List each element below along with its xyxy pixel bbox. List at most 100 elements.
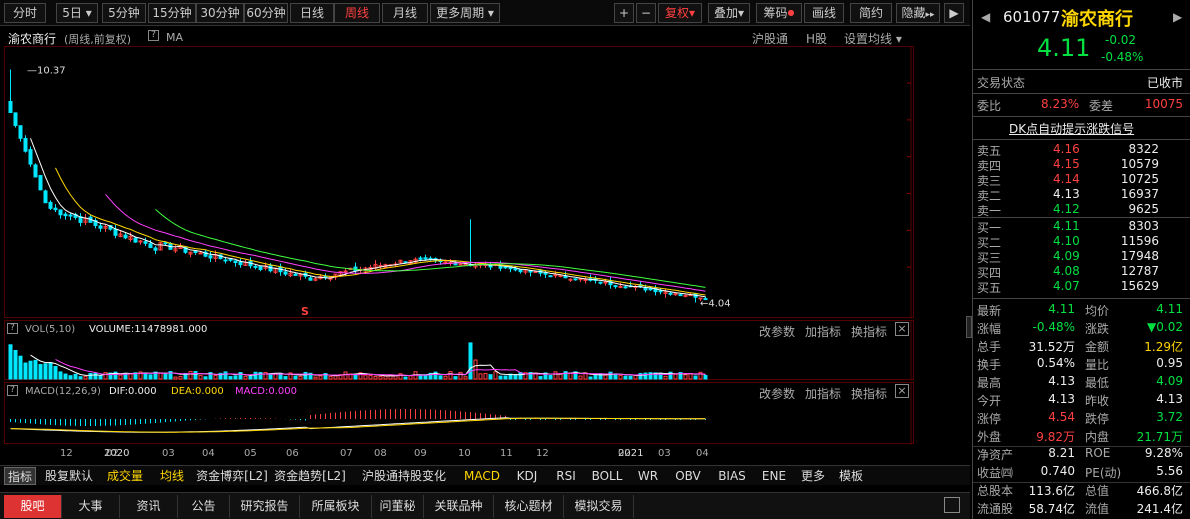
simple-mode-button[interactable]: 简约: [850, 3, 892, 23]
time-axis-label: 11: [500, 448, 513, 459]
candle-body: [38, 175, 43, 191]
dropdown-icon: ▾: [688, 6, 696, 20]
chips-button[interactable]: 筹码●: [756, 3, 802, 23]
indicator-tab[interactable]: 指标: [4, 467, 36, 485]
indicator-tab[interactable]: 股复默认: [40, 467, 98, 485]
stat-value: -0.48%: [1032, 320, 1075, 334]
buy-level-row[interactable]: 买三 4.09 17948: [977, 249, 1187, 265]
panel-resize-handle[interactable]: [966, 316, 972, 338]
volume-bar: [198, 375, 203, 380]
period-tab-5day[interactable]: 5日 ▾: [56, 3, 98, 23]
sell-level-row[interactable]: 卖四 4.15 10579: [977, 157, 1187, 173]
info-tab[interactable]: 所属板块: [300, 495, 372, 518]
info-tab[interactable]: 大事: [62, 495, 120, 518]
candle-body: [138, 240, 143, 243]
volume-bar: [98, 375, 103, 380]
indicator-tab[interactable]: MACD: [460, 467, 504, 485]
level-volume: 17948: [1120, 249, 1159, 263]
divider: [973, 116, 1190, 117]
hide-button[interactable]: 隐藏▸▸: [896, 3, 940, 23]
period-tab-30min[interactable]: 30分钟: [196, 3, 244, 23]
buy-level-row[interactable]: 买五 4.07 15629: [977, 279, 1187, 295]
info-tab[interactable]: 关联品种: [424, 495, 494, 518]
indicator-tab[interactable]: 沪股通持股变化: [352, 467, 456, 485]
level-volume: 9625: [1128, 202, 1159, 216]
info-tab[interactable]: 问董秘: [372, 495, 424, 518]
sell-level-row[interactable]: 卖二 4.13 16937: [977, 187, 1187, 203]
next-stock-arrow-icon[interactable]: ▶: [1173, 10, 1182, 24]
indicator-tab[interactable]: 资金博弈[L2]: [196, 467, 268, 485]
candle-body: [18, 125, 23, 139]
info-tab[interactable]: 模拟交易: [564, 495, 634, 518]
indicator-tab[interactable]: 更多: [796, 467, 830, 485]
volume-bar: [623, 375, 628, 380]
time-axis-label: 05: [244, 448, 257, 459]
period-tab-60min[interactable]: 60分钟: [244, 3, 288, 23]
volume-bar: [503, 375, 508, 380]
info-tab[interactable]: 核心题材: [494, 495, 564, 518]
indicator-tab[interactable]: WR: [632, 467, 664, 485]
stat-value: 4.13: [1156, 392, 1183, 406]
level-price: 4.09: [1053, 249, 1080, 263]
fuquan-button[interactable]: 复权▾: [658, 3, 702, 23]
stat-label: 流值: [1085, 502, 1110, 516]
draw-line-button[interactable]: 画线: [804, 3, 844, 23]
hshare-link[interactable]: H股: [806, 30, 827, 47]
zoom-in-button[interactable]: +: [614, 3, 634, 23]
info-tab[interactable]: 公告: [178, 495, 230, 518]
macd-panel[interactable]: ? MACD(12,26,9) DIF:0.000 DEA:0.000 MACD…: [4, 382, 914, 445]
indicator-tab[interactable]: 模板: [834, 467, 868, 485]
volume-bar: [88, 372, 93, 380]
kline-chart-panel[interactable]: 10.009.008.007.006.005.00—10.37←4.04S: [4, 46, 959, 319]
level-volume: 8322: [1128, 142, 1159, 156]
dot-icon: ●: [787, 8, 795, 17]
time-axis: 12 202002 03 04 05 06 07 08 09 10 11 12 202102 03 04: [60, 448, 709, 459]
info-tab[interactable]: 研究报告: [230, 495, 300, 518]
indicator-tab[interactable]: 资金趋势[L2]: [272, 467, 348, 485]
indicator-tab[interactable]: OBV: [668, 467, 708, 485]
volume-panel[interactable]: ? VOL(5,10) VOLUME:11478981.000 改参数 加指标 …: [4, 320, 914, 381]
period-tab-week[interactable]: 周线: [334, 3, 380, 23]
dk-signal-link[interactable]: DK点自动提示涨跌信号: [1009, 120, 1134, 137]
indicator-tab[interactable]: KDJ: [508, 467, 546, 485]
info-tab[interactable]: 股吧: [4, 495, 62, 518]
order-book: 卖五 4.16 8322 卖四 4.15 10579 卖三 4.14 10725 卖二 4.13 16…: [973, 140, 1190, 296]
period-tab-fenshi[interactable]: 分时: [4, 3, 46, 23]
period-tab-5min[interactable]: 5分钟: [102, 3, 146, 23]
volume-bar: [318, 375, 323, 380]
indicator-tab[interactable]: 成交量: [102, 467, 148, 485]
set-ma-button[interactable]: 设置均线 ▾: [844, 30, 902, 47]
help-icon[interactable]: ?: [148, 30, 159, 41]
zoom-out-button[interactable]: −: [636, 3, 656, 23]
overlay-button[interactable]: 叠加▾: [708, 3, 750, 23]
volume-bar: [68, 375, 73, 380]
more-periods-button[interactable]: 更多周期 ▾: [430, 3, 500, 23]
stats-row: 最高 4.13 最低 4.09: [977, 374, 1187, 391]
buy-level-row[interactable]: 买四 4.08 12787: [977, 264, 1187, 280]
buy-level-row[interactable]: 买一 4.11 8303: [977, 219, 1187, 235]
volume-bar: [568, 372, 573, 380]
period-tab-15min[interactable]: 15分钟: [148, 3, 196, 23]
sell-level-row[interactable]: 卖一 4.12 9625: [977, 202, 1187, 218]
indicator-tab[interactable]: ENE: [756, 467, 792, 485]
sell-level-row[interactable]: 卖三 4.14 10725: [977, 172, 1187, 188]
candle-body: [658, 290, 663, 293]
indicator-tab[interactable]: BOLL: [586, 467, 628, 485]
indicator-tab[interactable]: 均线: [152, 467, 192, 485]
indicator-tab[interactable]: RSI: [550, 467, 582, 485]
window-toggle-icon[interactable]: [944, 497, 960, 513]
candle-body: [618, 285, 623, 288]
candle-body: [613, 285, 618, 288]
period-tab-month[interactable]: 月线: [382, 3, 428, 23]
candle-body: [623, 286, 628, 289]
indicator-tab[interactable]: BIAS: [712, 467, 752, 485]
prev-stock-arrow-icon[interactable]: ◀: [981, 10, 990, 24]
sell-level-row[interactable]: 卖五 4.16 8322: [977, 142, 1187, 158]
macd-dif-line: [10, 417, 706, 433]
hugutong-link[interactable]: 沪股通: [752, 30, 788, 47]
period-tab-day[interactable]: 日线: [290, 3, 334, 23]
volume-bar: [498, 375, 503, 380]
buy-level-row[interactable]: 买二 4.10 11596: [977, 234, 1187, 250]
collapse-button[interactable]: ▶: [944, 3, 964, 23]
info-tab[interactable]: 资讯: [120, 495, 178, 518]
